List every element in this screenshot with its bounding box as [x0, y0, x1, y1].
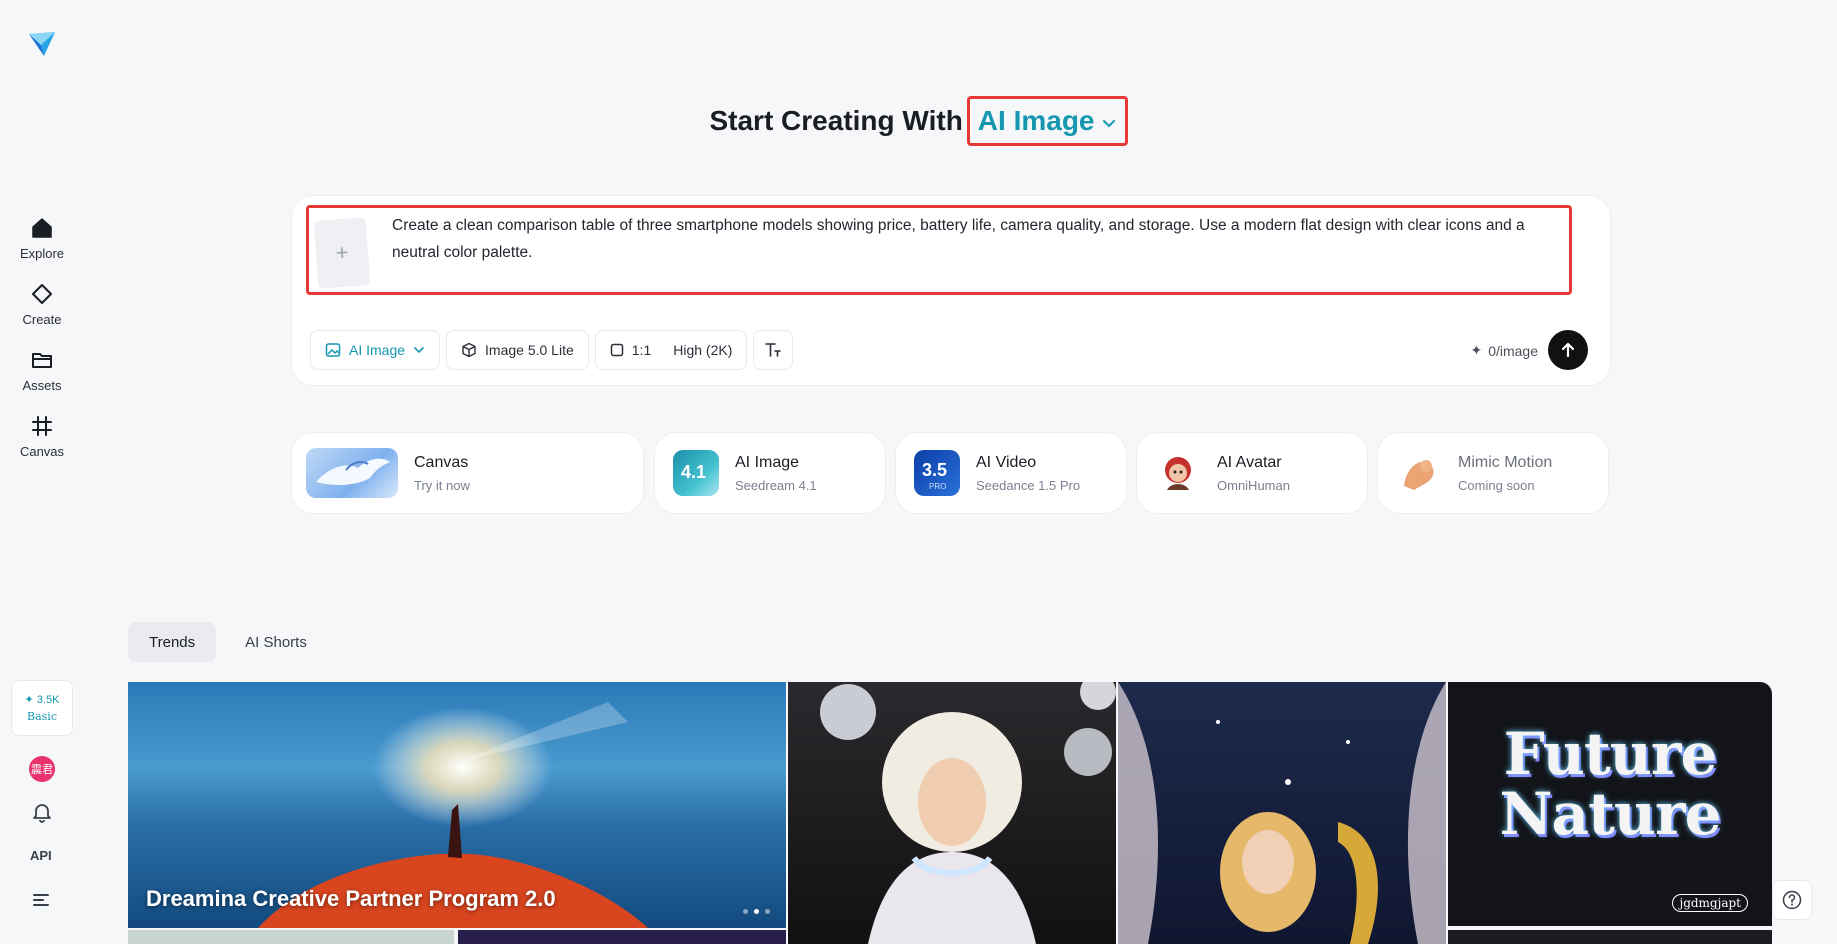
text-format-icon	[765, 343, 782, 357]
cube-icon	[462, 342, 476, 358]
carousel-dots	[743, 909, 770, 914]
tool-title: AI Video	[976, 453, 1037, 471]
sidebar-item-assets[interactable]: Assets	[0, 348, 84, 393]
page-title: Start Creating With AI Image	[0, 96, 1837, 146]
carousel-dot[interactable]	[754, 909, 759, 914]
add-reference-button[interactable]: +	[313, 217, 371, 289]
image-icon	[325, 343, 341, 357]
credits-amount: ✦ 3.5K	[24, 694, 60, 706]
tool-text: Canvas Try it now	[414, 454, 470, 493]
square-ratio-icon	[610, 343, 624, 357]
carousel-dot[interactable]	[765, 909, 770, 914]
artist-signature: jgdmgjapt	[1672, 894, 1748, 912]
sidebar-item-label: Canvas	[19, 444, 65, 459]
tool-text: Mimic Motion Coming soon	[1458, 454, 1552, 493]
prompt-input[interactable]: Create a clean comparison table of three…	[392, 212, 1562, 266]
home-icon	[30, 216, 54, 240]
featured-banner-caption: Dreamina Creative Partner Program 2.0	[146, 886, 556, 911]
folder-icon	[30, 348, 54, 372]
mode-dropdown[interactable]: AI Image	[966, 96, 1128, 146]
dreamina-logo-icon[interactable]	[26, 28, 58, 60]
frame-icon	[30, 414, 54, 438]
tool-text: AI Image Seedream 4.1	[735, 454, 817, 493]
title-prefix: Start Creating With	[709, 105, 963, 136]
sidebar-item-label: Assets	[22, 378, 62, 393]
gallery-item[interactable]	[788, 682, 1116, 944]
api-link[interactable]: API	[30, 848, 52, 863]
future-nature-title: Future Nature	[1448, 724, 1772, 844]
mimic-motion-icon	[1396, 450, 1442, 496]
seedance-version-badge: 3.5	[922, 460, 948, 480]
tool-subtitle: Try it now	[414, 477, 470, 493]
prompt-card: + Create a clean comparison table of thr…	[291, 195, 1611, 386]
bell-icon[interactable]	[31, 801, 53, 823]
tool-card-ai-video[interactable]: 3.5 PRO AI Video Seedance 1.5 Pro	[895, 432, 1127, 514]
tool-card-ai-image[interactable]: 4.1 AI Image Seedream 4.1	[654, 432, 886, 514]
gallery-item[interactable]: Future Nature jgdmgjapt	[1448, 682, 1772, 926]
prompt-toolbar: AI Image Image 5.0 Lite 1:1 High (2K)	[310, 330, 794, 370]
sidebar-item-explore[interactable]: Explore	[0, 216, 84, 261]
sparkle-icon: ✦	[1470, 342, 1483, 358]
seedance-pro-badge: PRO	[929, 482, 947, 491]
mode-dropdown-label: AI Image	[977, 105, 1095, 136]
tab-ai-shorts[interactable]: AI Shorts	[224, 622, 328, 662]
seedream-icon: 4.1	[673, 450, 719, 496]
tool-title: Mimic Motion	[1458, 453, 1553, 471]
tool-subtitle: Seedance 1.5 Pro	[976, 477, 1081, 493]
tool-title: Canvas	[414, 453, 469, 471]
chevron-down-icon	[1102, 119, 1115, 127]
sidebar-item-create[interactable]: Create	[0, 282, 84, 327]
tab-trends[interactable]: Trends	[128, 622, 217, 662]
ratio-label: 1:1	[631, 342, 652, 358]
mode-select-label: AI Image	[349, 342, 406, 358]
gallery-item[interactable]	[1118, 682, 1446, 944]
tool-title: AI Avatar	[1217, 453, 1282, 471]
tool-card-mimic-motion[interactable]: Mimic Motion Coming soon	[1377, 432, 1609, 514]
avatar[interactable]: 震君	[29, 756, 55, 782]
future-nature-line: Nature	[1499, 780, 1721, 848]
gallery-item[interactable]	[1448, 930, 1772, 944]
future-nature-line: Future	[1503, 720, 1718, 788]
send-button[interactable]	[1548, 330, 1588, 370]
sidebar-item-canvas[interactable]: Canvas	[0, 414, 84, 459]
quality-label: High (2K)	[673, 342, 733, 358]
text-format-button[interactable]	[753, 330, 794, 370]
tool-card-ai-avatar[interactable]: AI Avatar OmniHuman	[1136, 432, 1368, 514]
tool-text: AI Avatar OmniHuman	[1217, 454, 1290, 493]
carousel-dot[interactable]	[743, 909, 748, 914]
help-button[interactable]	[1772, 880, 1812, 920]
help-icon	[1782, 890, 1802, 910]
model-select[interactable]: Image 5.0 Lite	[446, 330, 589, 370]
sidebar-item-label: Create	[22, 312, 62, 327]
diamond-icon	[30, 282, 54, 306]
menu-icon[interactable]	[32, 890, 52, 910]
sidebar-item-label: Explore	[19, 246, 65, 261]
cost-label: 0/image	[1488, 342, 1538, 359]
ratio-quality-select[interactable]: 1:1 High (2K)	[594, 330, 748, 370]
seedream-version-badge: 4.1	[681, 462, 707, 482]
tool-subtitle: OmniHuman	[1217, 477, 1290, 493]
tool-title: AI Image	[735, 453, 800, 471]
gallery-item[interactable]	[128, 930, 454, 944]
tool-subtitle: Coming soon	[1458, 477, 1535, 493]
tool-subtitle: Seedream 4.1	[735, 477, 817, 493]
tool-card-canvas[interactable]: Canvas Try it now	[291, 432, 644, 514]
featured-banner[interactable]: Dreamina Creative Partner Program 2.0	[128, 682, 786, 928]
arrow-up-icon	[1561, 342, 1575, 358]
tool-text: AI Video Seedance 1.5 Pro	[976, 454, 1080, 493]
cost-indicator: ✦ 0/image	[1470, 342, 1538, 359]
chevron-down-icon	[414, 347, 424, 354]
plan-label: Basic	[27, 710, 57, 723]
credits-badge[interactable]: ✦ 3.5K Basic	[11, 680, 73, 736]
avatar-character-icon	[1155, 450, 1201, 496]
seedance-icon: 3.5 PRO	[914, 450, 960, 496]
canvas-thumbnail	[306, 448, 398, 498]
mode-select[interactable]: AI Image	[310, 330, 441, 370]
gallery-item[interactable]	[458, 930, 786, 944]
model-select-label: Image 5.0 Lite	[485, 342, 574, 358]
gallery-tabs: Trends AI Shorts	[128, 622, 328, 662]
